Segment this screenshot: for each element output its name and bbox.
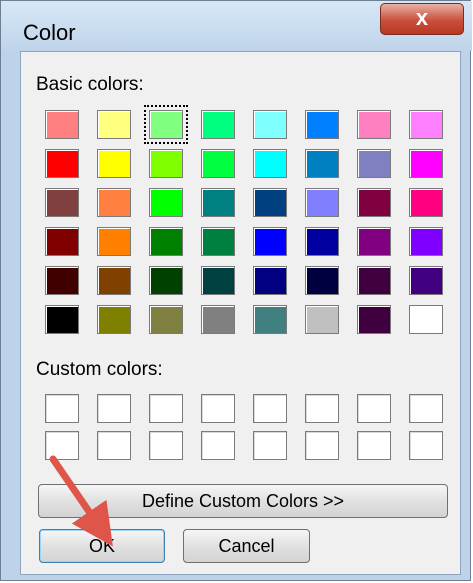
annotation-arrow (49, 455, 113, 547)
color-dialog: Color x Basic colors: Custom colors: Def… (0, 0, 472, 581)
